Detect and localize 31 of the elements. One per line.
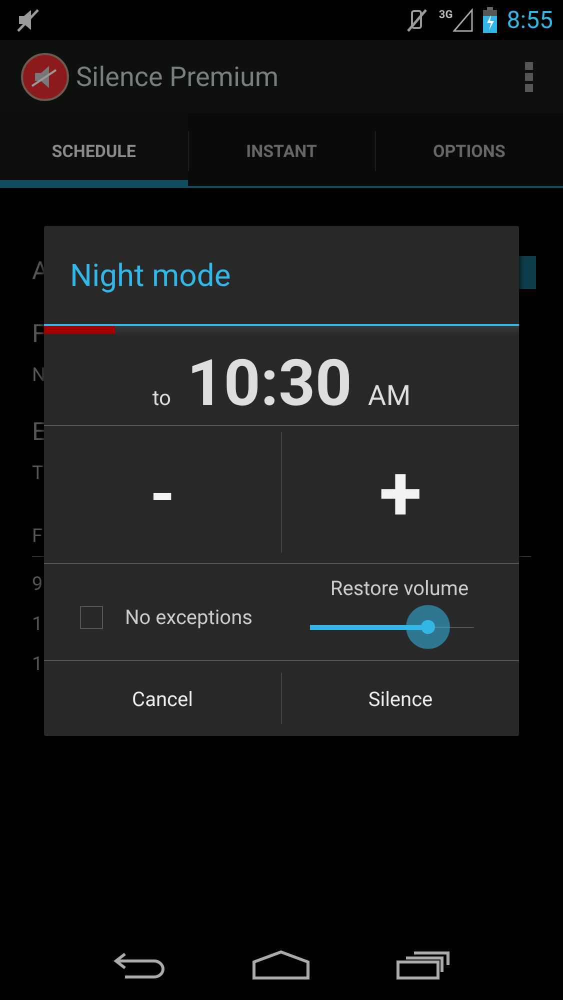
app-logo-icon [20, 52, 70, 102]
list-text: 1 [32, 611, 43, 637]
slider-label: Restore volume [330, 576, 469, 600]
list-text: F [32, 523, 43, 549]
time-value: 10:30 [187, 345, 352, 423]
increment-button[interactable]: + [282, 426, 519, 563]
list-text: F [32, 319, 46, 351]
recent-apps-icon[interactable] [396, 950, 450, 980]
checkbox[interactable] [80, 606, 103, 628]
decrement-button[interactable]: - [44, 426, 281, 563]
vibrate-off-icon [404, 7, 429, 33]
app-title: Silence Premium [76, 60, 280, 92]
clock-time: 8:55 [506, 6, 553, 34]
list-text: 9 [32, 571, 43, 597]
mute-icon [16, 7, 42, 33]
home-icon[interactable] [252, 950, 310, 980]
back-icon[interactable] [112, 951, 167, 979]
dialog-button[interactable]: Cancel [44, 661, 281, 736]
list-text: 1 [32, 651, 43, 677]
overflow-menu-icon[interactable] [525, 62, 533, 92]
list-text: N [32, 362, 46, 388]
dialog-button[interactable]: Silence [282, 661, 519, 736]
battery-charging-icon [482, 7, 497, 33]
time-meridiem: AM [368, 379, 411, 412]
list-text: T [32, 460, 44, 486]
slider-thumb[interactable] [406, 605, 450, 649]
signal-icon [452, 8, 473, 32]
checkbox-label: No exceptions [125, 605, 252, 629]
volume-slider-track[interactable] [310, 605, 474, 649]
time-prefix: to [152, 387, 172, 411]
network-type: 3G [438, 8, 453, 21]
